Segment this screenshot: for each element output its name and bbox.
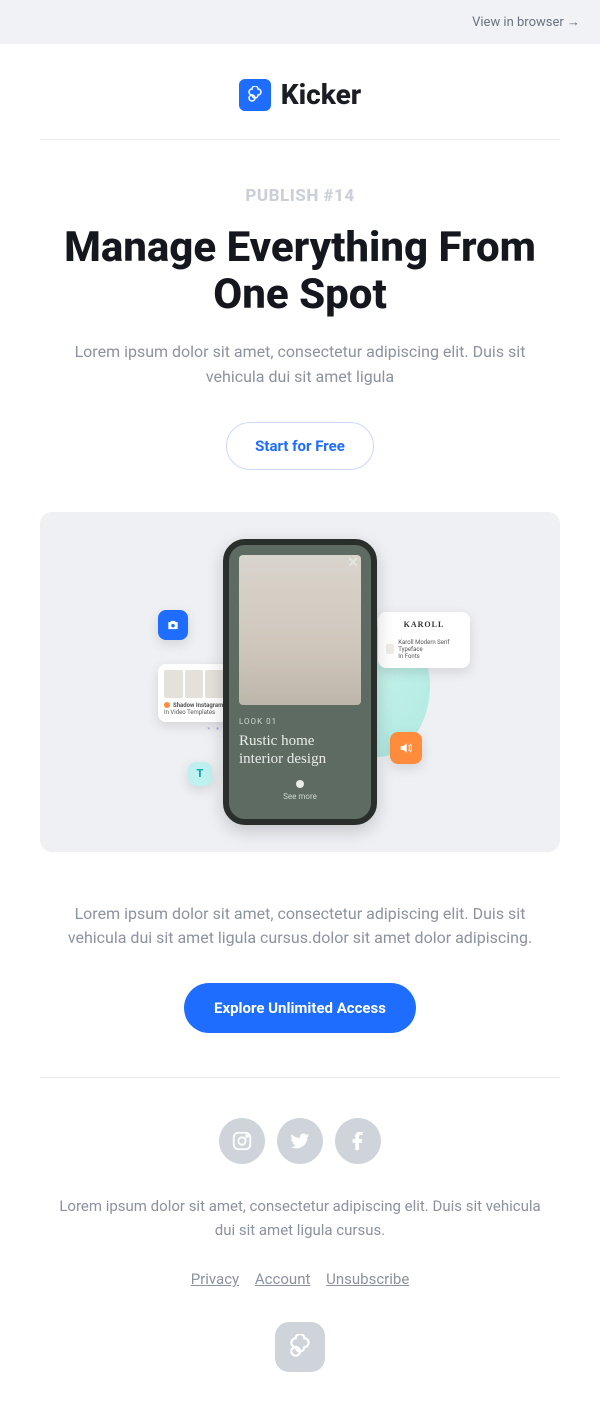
unsubscribe-link[interactable]: Unsubscribe	[326, 1270, 409, 1288]
hero-phone-photo	[239, 555, 361, 705]
instagram-icon[interactable]	[219, 1118, 265, 1164]
view-in-browser-link[interactable]: View in browser →	[472, 15, 580, 30]
facebook-icon[interactable]	[335, 1118, 381, 1164]
hero-card-right-line: Karoll Modern Serif Typeface	[398, 639, 449, 653]
brand-name: Kicker	[281, 78, 361, 111]
hero-card-right-brand: KAROLL	[386, 620, 462, 629]
footer-mark	[0, 1322, 600, 1372]
publish-tag: PUBLISH #14	[0, 186, 600, 206]
header-logo-row: Kicker	[0, 44, 600, 139]
primary-cta-row: Start for Free	[0, 422, 600, 470]
text-icon: T	[188, 762, 212, 786]
hero-card-right-sub: In Fonts	[398, 653, 419, 660]
legal-links: Privacy Account Unsubscribe	[0, 1270, 600, 1288]
hero-phone-mockup: ✕ LOOK 01 Rustic home interior design Se…	[223, 539, 377, 825]
brand-mark-icon	[239, 79, 271, 111]
top-bar: View in browser →	[0, 0, 600, 44]
explore-button[interactable]: Explore Unlimited Access	[184, 983, 416, 1033]
divider	[40, 1077, 560, 1078]
hero-look-tag: LOOK 01	[239, 717, 361, 726]
secondary-cta-row: Explore Unlimited Access	[0, 983, 600, 1033]
divider	[40, 139, 560, 140]
account-link[interactable]: Account	[255, 1270, 311, 1288]
hero-illustration: Shadow Instagram Stories In Video Templa…	[40, 512, 560, 852]
subheadline: Lorem ipsum dolor sit amet, consectetur …	[62, 340, 538, 390]
social-row	[0, 1118, 600, 1164]
twitter-icon[interactable]	[277, 1118, 323, 1164]
description-text: Lorem ipsum dolor sit amet, consectetur …	[46, 902, 554, 952]
headline: Manage Everything From One Spot	[40, 224, 560, 318]
hero-card-right: KAROLL Karoll Modern Serif TypefaceIn Fo…	[378, 612, 470, 668]
start-free-button[interactable]: Start for Free	[226, 422, 374, 470]
footer-text: Lorem ipsum dolor sit amet, consectetur …	[52, 1194, 548, 1242]
camera-icon	[158, 610, 188, 640]
sound-icon	[390, 732, 422, 764]
close-icon: ✕	[347, 555, 359, 571]
privacy-link[interactable]: Privacy	[191, 1270, 239, 1288]
brand-logo: Kicker	[239, 78, 361, 111]
hero-see-more: See more	[239, 780, 361, 801]
footer-brand-icon	[275, 1322, 325, 1372]
hero-phone-title: Rustic home interior design	[239, 732, 361, 770]
